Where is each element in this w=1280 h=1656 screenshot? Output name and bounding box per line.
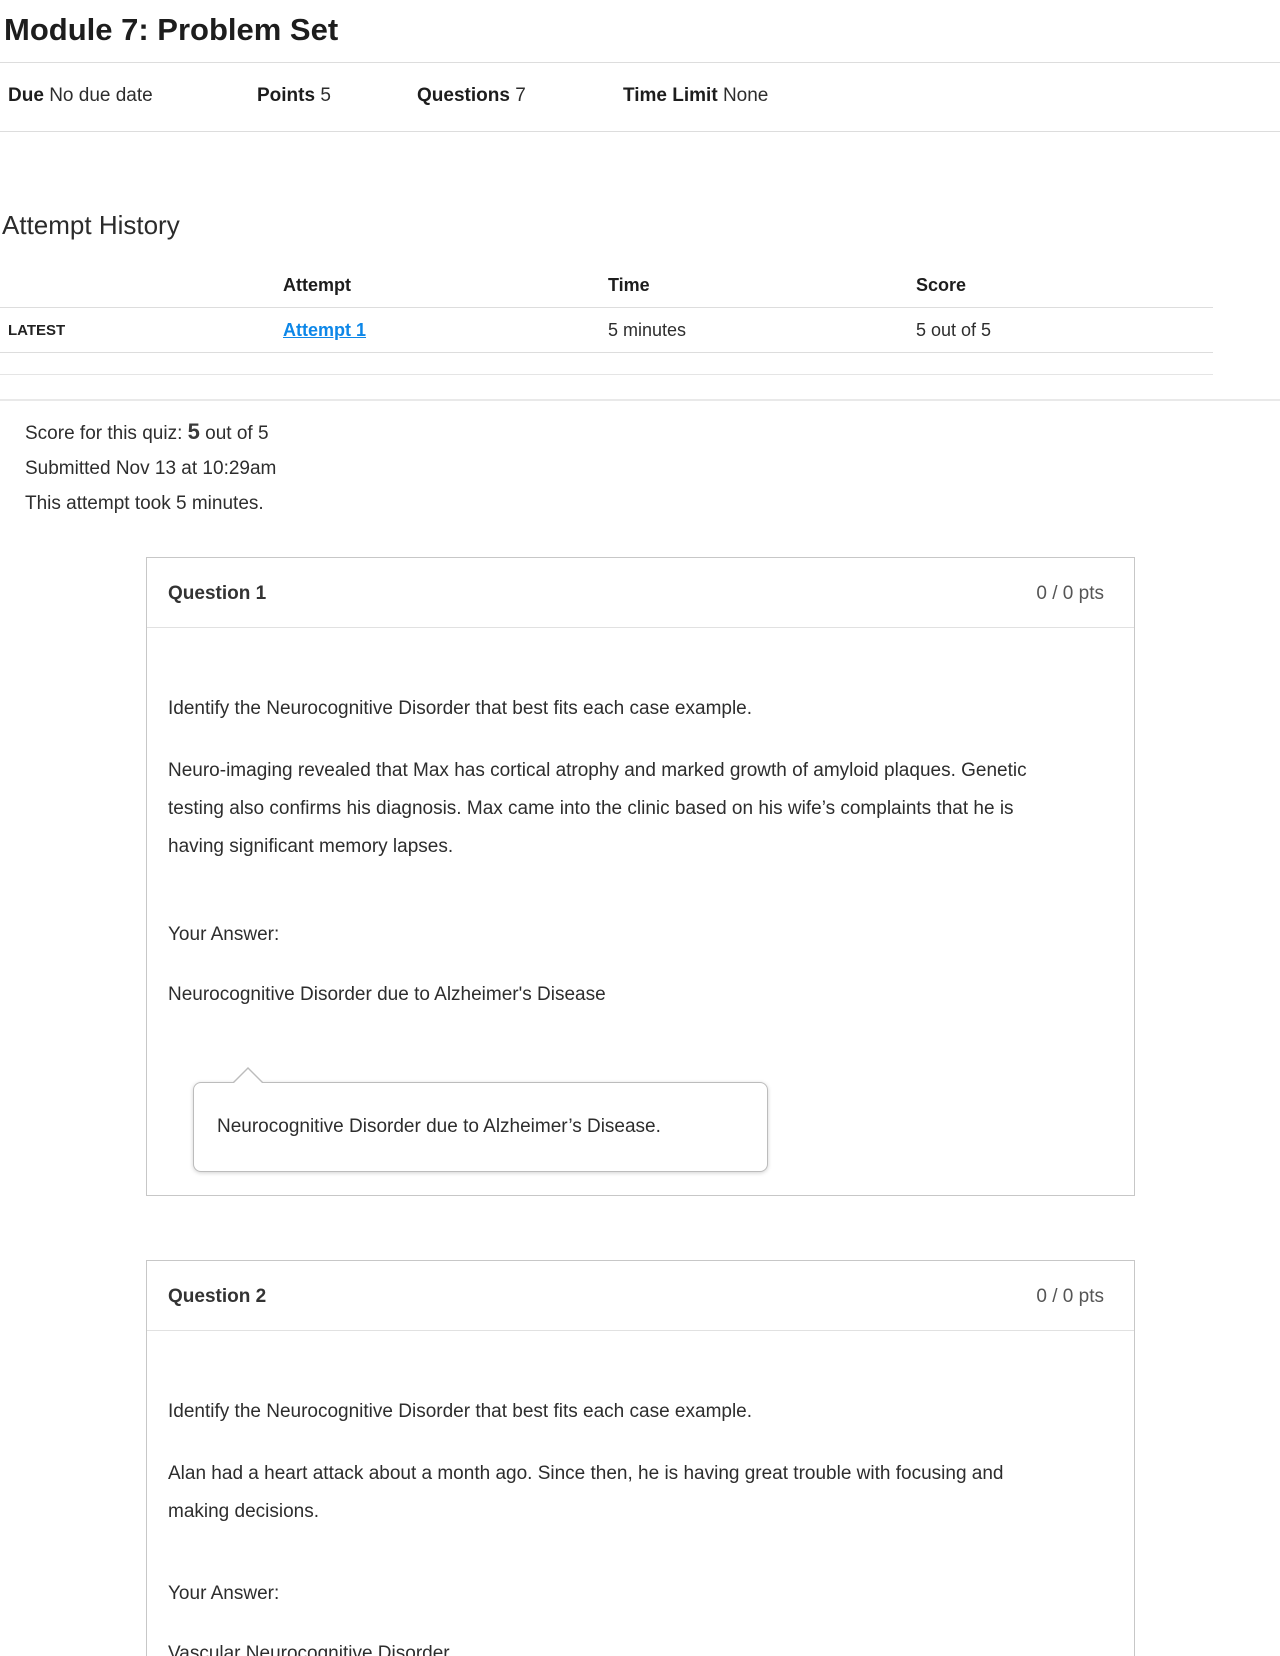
question-2-title: Question 2 bbox=[168, 1286, 267, 1307]
quiz-time-limit: Time Limit None bbox=[623, 85, 768, 107]
quiz-info-bar: Due No due date Points 5 Questions 7 Tim… bbox=[0, 63, 1280, 132]
points-value: 5 bbox=[320, 85, 331, 106]
attempt-history-heading: Attempt History bbox=[2, 210, 180, 240]
due-label: Due bbox=[8, 85, 44, 106]
question-1-points: 0 / 0 pts bbox=[1036, 583, 1104, 604]
question-1-case-text: Neuro-imaging revealed that Max has cort… bbox=[168, 760, 1027, 857]
score-suffix: out of 5 bbox=[205, 423, 269, 444]
due-value: No due date bbox=[49, 85, 153, 106]
question-1-body: Identify the Neurocognitive Disorder tha… bbox=[147, 628, 1134, 1195]
question-2-answer: Vascular Neurocognitive Disorder bbox=[168, 1643, 450, 1656]
question-2-case-text: Alan had a heart attack about a month ag… bbox=[168, 1463, 1004, 1522]
attempt-link[interactable]: Attempt 1 bbox=[283, 320, 366, 340]
question-1-title: Question 1 bbox=[168, 583, 267, 604]
score-line: Score for this quiz: 5 out of 5 bbox=[25, 414, 1280, 451]
question-1-prompt: Identify the Neurocognitive Disorder tha… bbox=[168, 698, 753, 719]
question-1-feedback-tooltip: Neurocognitive Disorder due to Alzheimer… bbox=[193, 1067, 768, 1172]
attempt-column-header: Attempt bbox=[283, 263, 608, 308]
question-2-your-answer-label: Your Answer: bbox=[168, 1583, 280, 1604]
quiz-points: Points 5 bbox=[257, 85, 331, 107]
time-limit-label: Time Limit bbox=[623, 85, 718, 106]
question-2-body: Identify the Neurocognitive Disorder tha… bbox=[147, 1331, 1134, 1656]
question-2-points: 0 / 0 pts bbox=[1036, 1286, 1104, 1307]
quiz-questions: Questions 7 bbox=[417, 85, 526, 107]
quiz-score-summary: Score for this quiz: 5 out of 5 Submitte… bbox=[25, 414, 1280, 521]
question-2-card: Question 2 0 / 0 pts Identify the Neuroc… bbox=[146, 1260, 1135, 1656]
attempt-table-header-row: Attempt Time Score bbox=[0, 263, 1213, 308]
points-label: Points bbox=[257, 85, 316, 106]
attempt-score-cell: 5 out of 5 bbox=[916, 307, 1213, 353]
attempt-history-table: Attempt Time Score LATEST Attempt 1 5 mi… bbox=[0, 263, 1213, 375]
quiz-due: Due No due date bbox=[8, 85, 153, 107]
time-limit-value: None bbox=[722, 85, 769, 106]
score-column-header: Score bbox=[916, 263, 1213, 308]
questions-value: 7 bbox=[515, 85, 526, 106]
time-column-header: Time bbox=[608, 263, 916, 308]
attempt-table-footer-row bbox=[0, 352, 1213, 375]
question-1-feedback-text: Neurocognitive Disorder due to Alzheimer… bbox=[217, 1116, 661, 1137]
question-1-your-answer-label: Your Answer: bbox=[168, 924, 280, 945]
question-2-prompt: Identify the Neurocognitive Disorder tha… bbox=[168, 1401, 753, 1422]
duration-line: This attempt took 5 minutes. bbox=[25, 493, 264, 514]
score-prefix: Score for this quiz: bbox=[25, 423, 183, 444]
question-1-card: Question 1 0 / 0 pts Identify the Neuroc… bbox=[146, 557, 1135, 1196]
section-divider bbox=[0, 399, 1280, 401]
submitted-line: Submitted Nov 13 at 10:29am bbox=[25, 458, 277, 479]
attempt-table-empty-header bbox=[0, 263, 283, 308]
page-title: Module 7: Problem Set bbox=[0, 0, 1280, 63]
question-1-header: Question 1 0 / 0 pts bbox=[147, 558, 1134, 628]
score-value: 5 bbox=[187, 419, 200, 444]
attempt-table-row: LATEST Attempt 1 5 minutes 5 out of 5 bbox=[0, 307, 1213, 353]
questions-label: Questions bbox=[417, 85, 510, 106]
question-2-header: Question 2 0 / 0 pts bbox=[147, 1261, 1134, 1331]
question-1-answer: Neurocognitive Disorder due to Alzheimer… bbox=[168, 984, 606, 1005]
latest-label: LATEST bbox=[0, 307, 283, 353]
attempt-time-cell: 5 minutes bbox=[608, 307, 916, 353]
